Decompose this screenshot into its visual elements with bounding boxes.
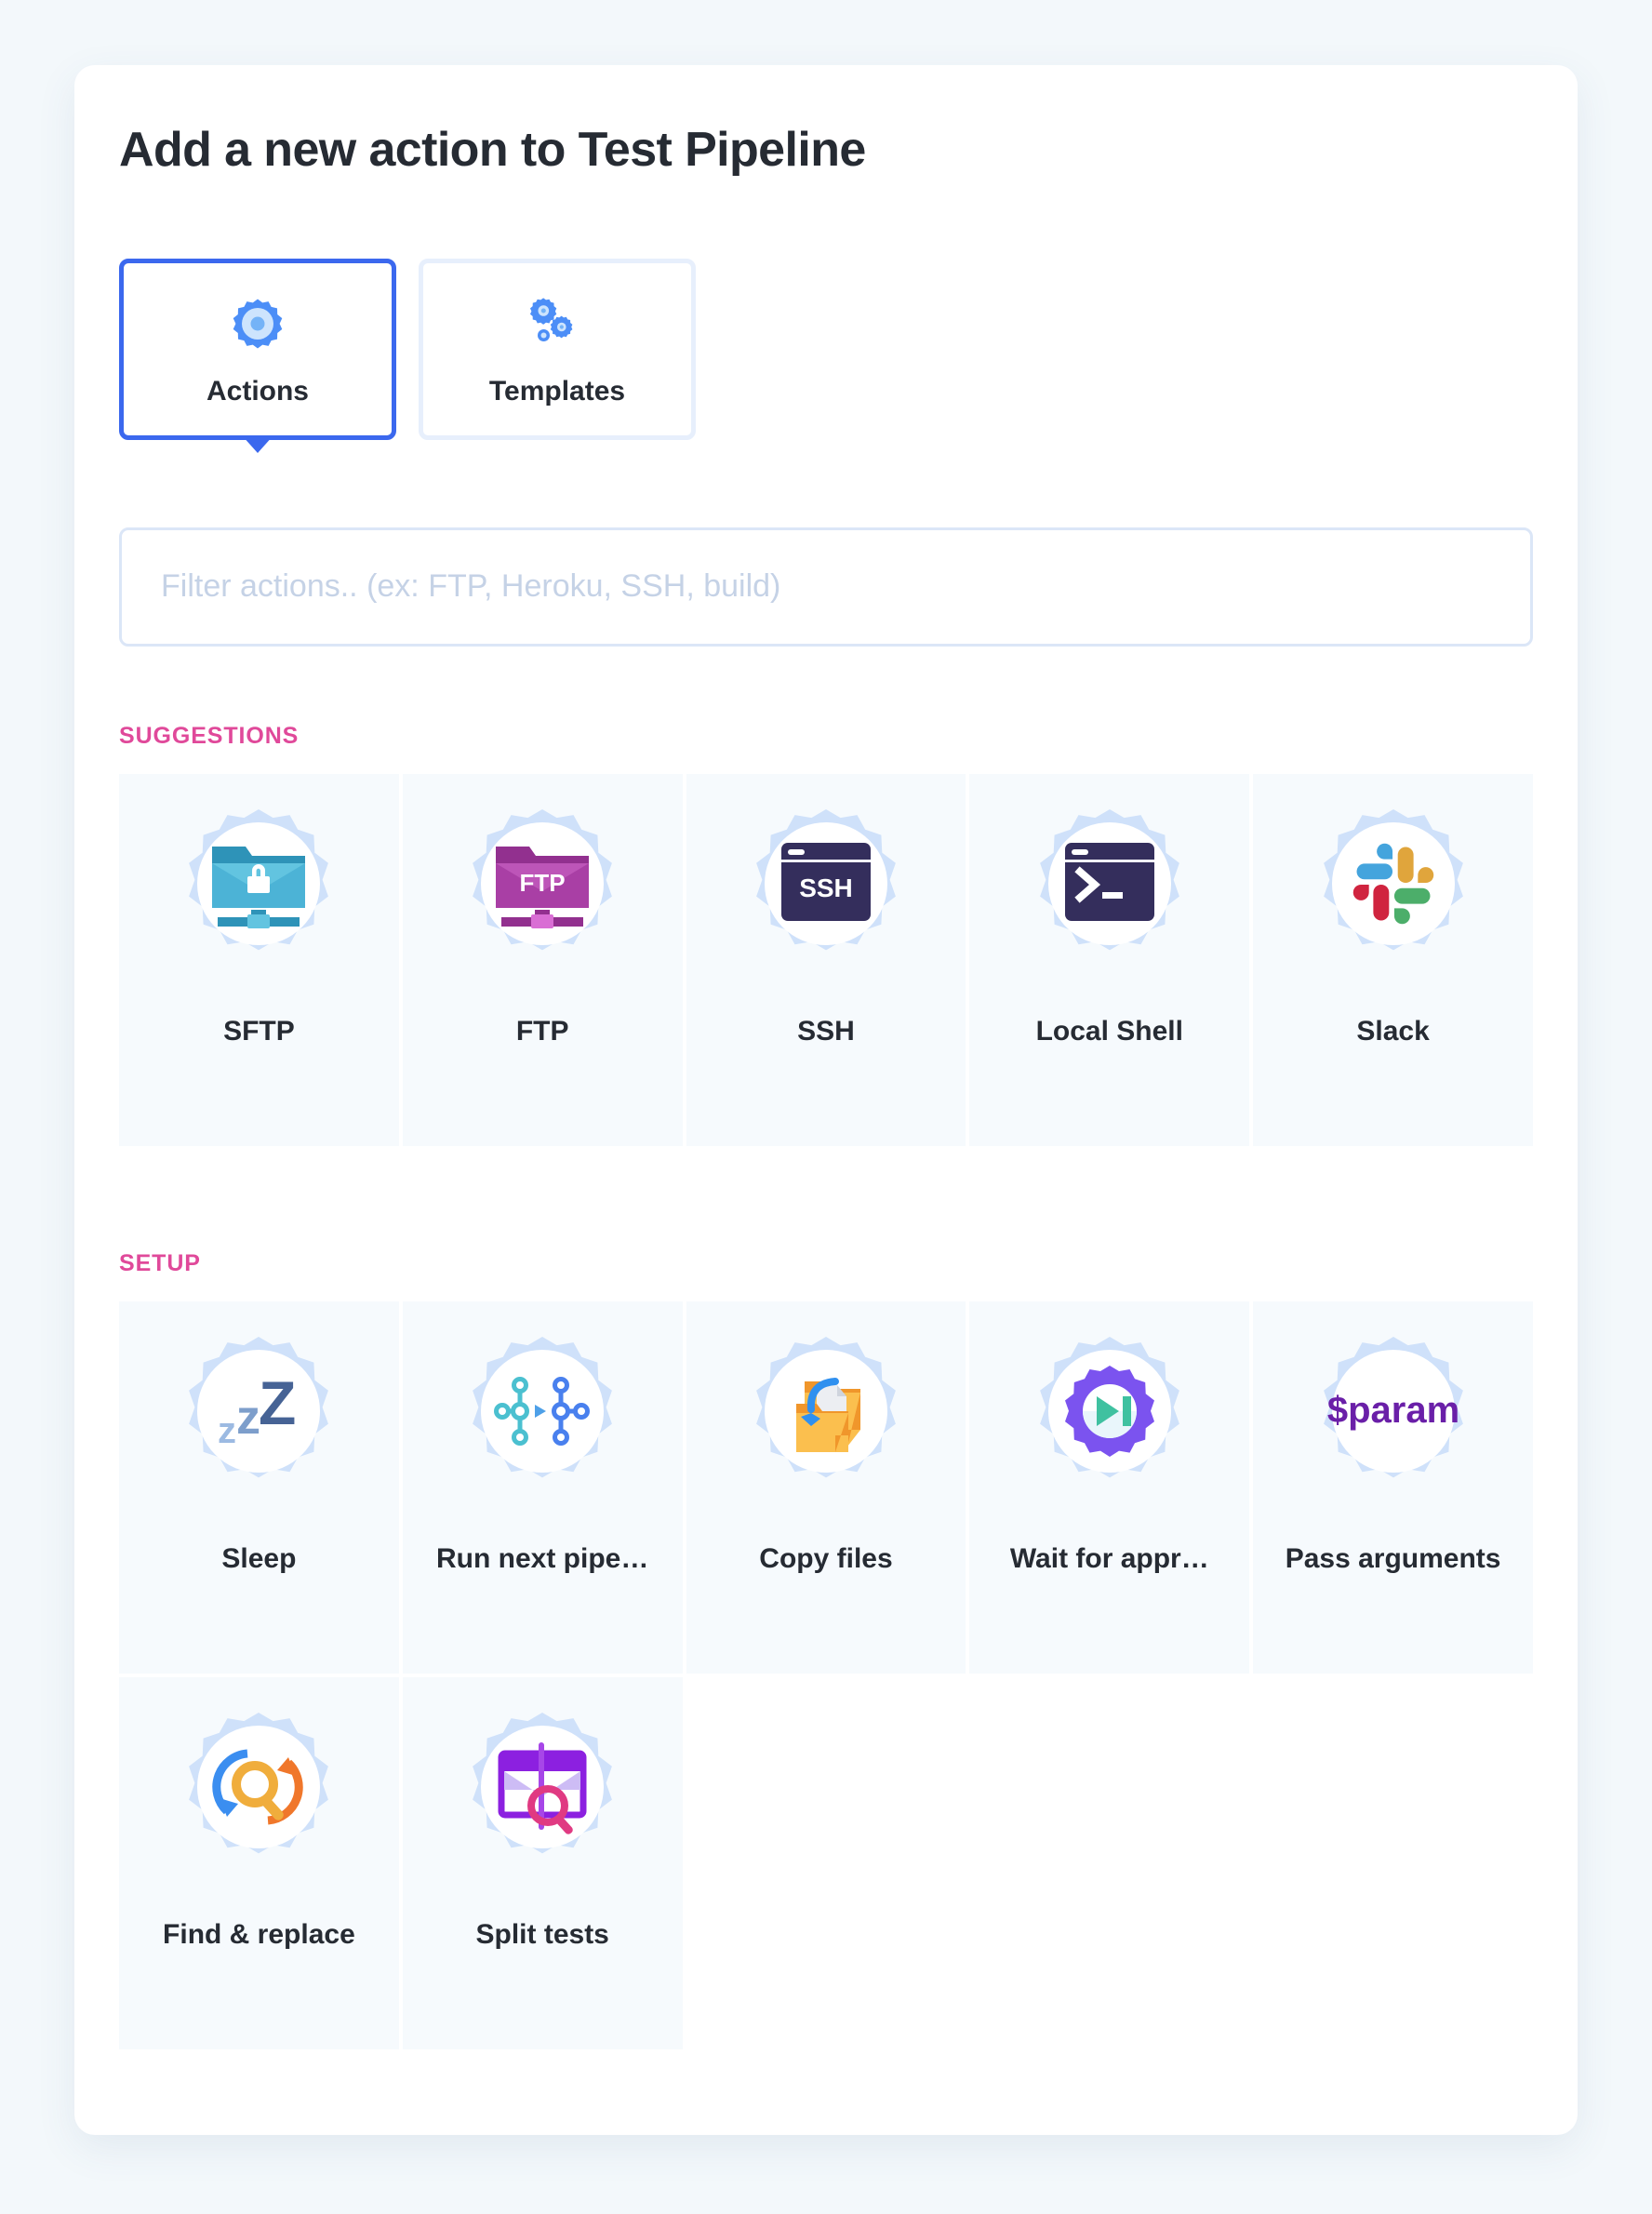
grid-filler: [969, 1677, 1249, 2049]
gear-badge: FTP: [446, 804, 638, 995]
action-tile-run-next-pipeline[interactable]: Run next pipe…: [402, 1300, 683, 1674]
action-label: Copy files: [759, 1542, 893, 1574]
action-tile-local-shell[interactable]: Local Shell: [969, 773, 1250, 1146]
gear-badge: [1014, 804, 1206, 995]
action-label: Find & replace: [163, 1918, 355, 1950]
slack-logo-icon: [1342, 833, 1445, 935]
pass-arguments-param-icon: $param: [1324, 1360, 1463, 1462]
action-label: Split tests: [475, 1918, 609, 1950]
screen-root: Add a new action to Test Pipeline Action…: [0, 0, 1652, 2214]
action-label: Sleep: [221, 1542, 297, 1574]
grid-filler: [1253, 1677, 1533, 2049]
tab-actions[interactable]: Actions: [119, 258, 396, 440]
tab-templates[interactable]: Templates: [419, 258, 696, 440]
suggestions-grid: SFTP FTP FTP SSH SSH Local Shell Slack: [119, 773, 1533, 1146]
action-label: SSH: [797, 1015, 855, 1047]
svg-text:SSH: SSH: [799, 874, 853, 902]
svg-text:FTP: FTP: [520, 869, 566, 897]
action-label: Slack: [1356, 1015, 1430, 1047]
multi-gears-icon: [530, 290, 584, 355]
run-next-pipeline-icon: [491, 1360, 593, 1462]
gear-badge: SSH: [730, 804, 922, 995]
find-replace-magnifier-icon: [207, 1736, 310, 1838]
action-tile-copy-files[interactable]: Copy files: [686, 1300, 966, 1674]
sleep-zzz-icon: z z Z: [207, 1360, 310, 1462]
action-label: Pass arguments: [1285, 1542, 1501, 1574]
tab-templates-label: Templates: [488, 376, 626, 407]
gear-badge: [163, 1707, 354, 1899]
single-gear-icon: [231, 290, 285, 355]
action-tile-sftp[interactable]: SFTP: [119, 773, 399, 1146]
gear-badge: [1298, 804, 1489, 995]
add-action-modal: Add a new action to Test Pipeline Action…: [74, 65, 1578, 2135]
action-tile-pass-arguments[interactable]: $param Pass arguments: [1253, 1300, 1533, 1674]
gear-badge: [163, 804, 354, 995]
grid-filler: [686, 1677, 966, 2049]
action-tile-sleep[interactable]: z z Z Sleep: [119, 1300, 399, 1674]
action-tile-slack[interactable]: Slack: [1253, 773, 1533, 1146]
action-tile-ftp[interactable]: FTP FTP: [402, 773, 683, 1146]
tab-actions-label: Actions: [206, 376, 309, 407]
svg-text:$param: $param: [1326, 1390, 1459, 1431]
action-label: SFTP: [223, 1015, 295, 1047]
svg-text:z: z: [236, 1391, 260, 1445]
filter-field-wrapper: [119, 527, 1533, 647]
page-title: Add a new action to Test Pipeline: [119, 123, 866, 177]
ssh-terminal-icon: SSH: [775, 833, 877, 935]
split-tests-magnifier-icon: [491, 1736, 593, 1838]
gear-badge: [1014, 1331, 1206, 1523]
sftp-folder-lock-icon: [207, 833, 310, 935]
filter-actions-input[interactable]: [119, 527, 1533, 647]
tab-bar: Actions Templates: [119, 258, 1578, 440]
gear-badge: [730, 1331, 922, 1523]
action-tile-find-replace[interactable]: Find & replace: [119, 1676, 399, 2049]
section-title-setup: SETUP: [119, 1249, 201, 1276]
svg-text:z: z: [218, 1410, 236, 1451]
gear-badge: $param: [1298, 1331, 1489, 1523]
svg-text:Z: Z: [259, 1368, 296, 1437]
action-tile-ssh[interactable]: SSH SSH: [686, 773, 966, 1146]
gear-badge: [446, 1707, 638, 1899]
local-shell-terminal-icon: [1059, 833, 1161, 935]
action-label: Run next pipe…: [436, 1542, 649, 1574]
copy-files-folders-icon: [775, 1360, 877, 1462]
ftp-folder-icon: FTP: [491, 833, 593, 935]
action-label: Local Shell: [1035, 1015, 1183, 1047]
action-label: FTP: [515, 1015, 569, 1047]
gear-badge: [446, 1331, 638, 1523]
section-title-suggestions: SUGGESTIONS: [119, 722, 300, 749]
setup-grid: z z Z Sleep Run next pipe… Copy files Wa…: [119, 1300, 1533, 2049]
action-tile-wait-for-approval[interactable]: Wait for appr…: [969, 1300, 1250, 1674]
gear-badge: z z Z: [163, 1331, 354, 1523]
wait-for-approval-gear-icon: [1059, 1360, 1161, 1462]
action-label: Wait for appr…: [1009, 1542, 1209, 1574]
action-tile-split-tests[interactable]: Split tests: [402, 1676, 683, 2049]
